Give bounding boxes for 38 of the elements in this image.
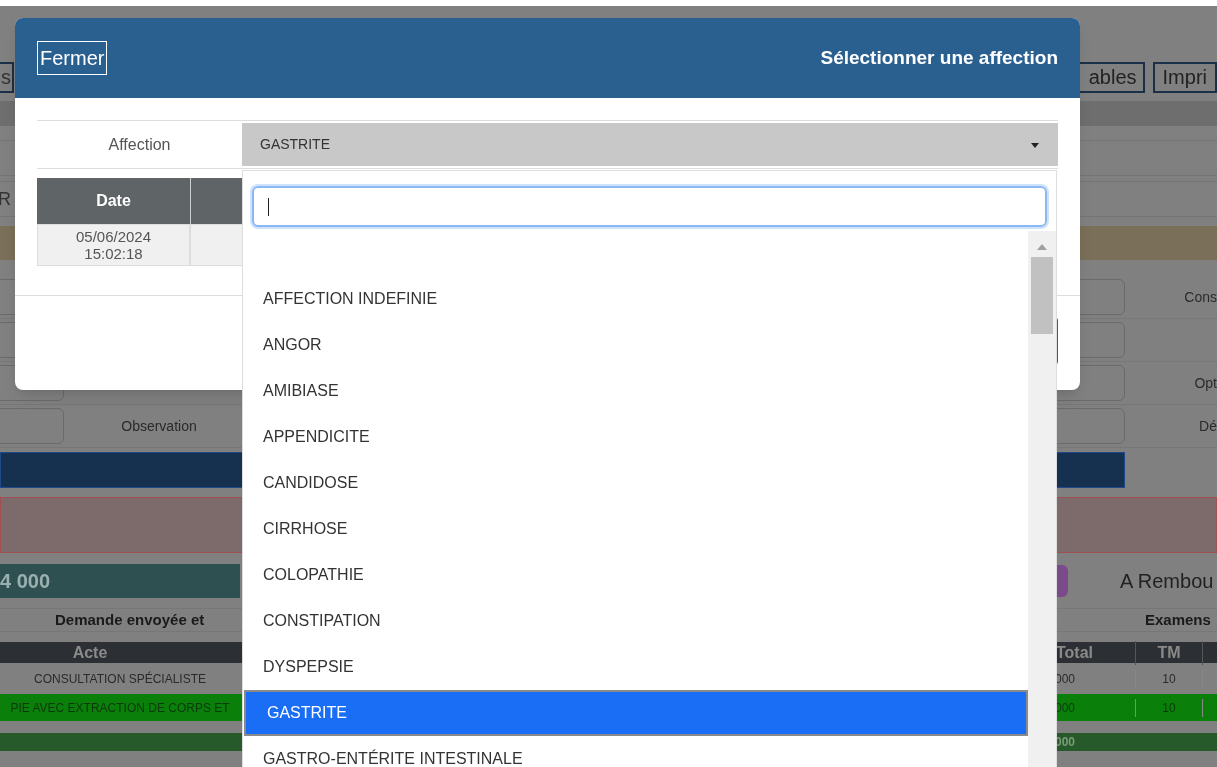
column-header: Acte bbox=[71, 642, 109, 663]
column-header: Date bbox=[37, 178, 190, 224]
field-label: Opt bbox=[1194, 375, 1217, 391]
scrollbar[interactable] bbox=[1028, 231, 1056, 767]
row-label: R bbox=[0, 187, 11, 211]
scroll-up-icon[interactable] bbox=[1036, 243, 1048, 251]
table-cell: 10 bbox=[1162, 700, 1176, 715]
dialog-title: Sélectionner une affection bbox=[820, 45, 1058, 70]
dropdown-option[interactable]: COLOPATHIE bbox=[244, 552, 1028, 598]
refund-label: A Rembou bbox=[1120, 569, 1215, 594]
column-header: TM bbox=[1135, 640, 1203, 665]
table-cell: CONSULTATION SPÉCIALISTE bbox=[34, 671, 206, 686]
scroll-thumb[interactable] bbox=[1031, 257, 1053, 334]
table-cell: 05/06/2024 15:02:18 bbox=[37, 224, 190, 266]
field-label: Affection bbox=[108, 135, 171, 153]
dropdown-option[interactable]: GASTRITE bbox=[244, 690, 1028, 736]
dropdown-option[interactable]: CIRRHOSE bbox=[244, 506, 1028, 552]
field-label: Cons bbox=[1184, 289, 1217, 305]
section-title: Examens bbox=[1145, 609, 1212, 630]
section-title: Demande envoyée et bbox=[55, 609, 205, 630]
caret-icon bbox=[1031, 143, 1039, 148]
dropdown-option[interactable]: DYSPEPSIE bbox=[244, 644, 1028, 690]
dropdown-option[interactable]: GASTRO-ENTÉRITE INTESTINALE bbox=[244, 736, 1028, 767]
field-label: Observation bbox=[121, 418, 197, 434]
dropdown-option[interactable]: APPENDICITE bbox=[244, 414, 1028, 460]
table-cell: 10 bbox=[1162, 671, 1176, 686]
dropdown-option[interactable]: AFFECTION INDEFINIE bbox=[244, 276, 1028, 322]
select-field[interactable]: GASTRITE bbox=[242, 123, 1058, 166]
dropdown-option[interactable]: AMIBIASE bbox=[244, 368, 1028, 414]
dropdown-option[interactable]: CONSTIPATION bbox=[244, 598, 1028, 644]
search-field[interactable] bbox=[252, 186, 1047, 227]
amount: 4 000 bbox=[0, 569, 51, 594]
dropdown-option[interactable]: CANDIDOSE bbox=[244, 460, 1028, 506]
field-label: Dé bbox=[1199, 418, 1217, 434]
table-cell: PIE AVEC EXTRACTION DE CORPS ET bbox=[10, 700, 230, 715]
toolbar-button[interactable]: Impri bbox=[1152, 62, 1217, 93]
dropdown-option[interactable]: ANGOR bbox=[244, 322, 1028, 368]
close-button[interactable]: Fermer bbox=[37, 41, 108, 75]
